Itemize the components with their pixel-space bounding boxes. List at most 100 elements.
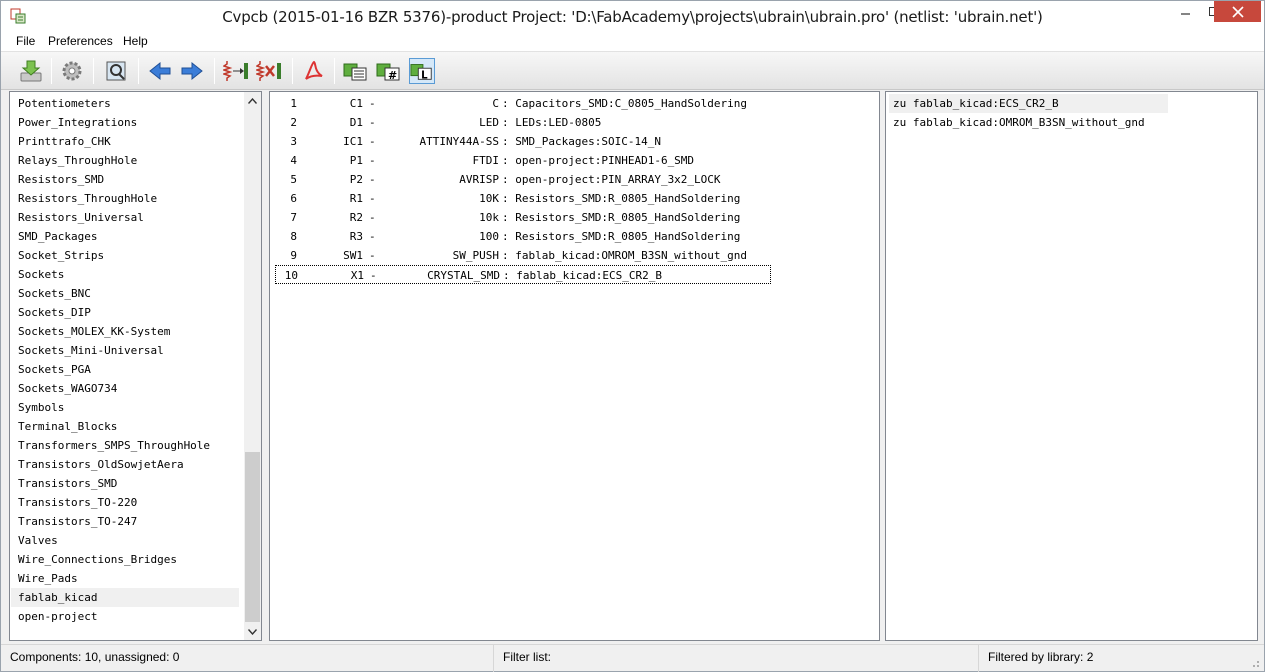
component-row[interactable]: 7 R2- 10k: Resistors_SMD:R_0805_HandSolder… <box>275 208 771 227</box>
component-row[interactable]: 9 SW1- SW_PUSH: fablab_kicad:OMROM_B3SN_wi… <box>275 246 771 265</box>
library-scrollbar[interactable] <box>244 92 261 640</box>
component-footprint: : Resistors_SMD:R_0805_HandSoldering <box>502 211 741 224</box>
library-item[interactable]: Wire_Pads <box>11 569 239 588</box>
component-value: 100 <box>479 230 499 243</box>
datasheet-button[interactable] <box>301 58 327 84</box>
resize-grip-icon[interactable] <box>1250 658 1260 668</box>
library-item[interactable]: SMD_Packages <box>11 227 239 246</box>
component-row[interactable]: 8 R3- 100: Resistors_SMD:R_0805_HandSolder… <box>275 227 771 246</box>
toolbar-separator <box>292 58 293 84</box>
footprint-list[interactable]: zu fablab_kicad:ECS_CR2_B zu fablab_kicad… <box>885 91 1258 641</box>
delete-associations-icon <box>256 61 281 81</box>
filter-by-pin-count-button[interactable]: # <box>376 58 402 84</box>
filter-by-keyword-button[interactable] <box>343 58 369 84</box>
library-item[interactable]: Resistors_Universal <box>11 208 239 227</box>
auto-associate-button[interactable] <box>223 58 249 84</box>
component-row[interactable]: 4 P1- FTDI: open-project:PINHEAD1-6_SMD <box>275 151 771 170</box>
component-number: 7 <box>290 211 297 224</box>
arrow-right-icon <box>181 61 203 81</box>
library-item[interactable]: Power_Integrations <box>11 113 239 132</box>
component-row[interactable]: 2 D1- LED: LEDs:LED-0805 <box>275 113 771 132</box>
svg-text:#: # <box>388 69 397 82</box>
library-item[interactable]: Transistors_OldSowjetAera <box>11 455 239 474</box>
component-separator: - <box>369 173 376 186</box>
footprint-libs-button[interactable] <box>103 58 129 84</box>
component-number: 1 <box>290 97 297 110</box>
close-button[interactable] <box>1214 1 1261 22</box>
library-item[interactable]: Sockets_Mini-Universal <box>11 341 239 360</box>
library-item[interactable]: Sockets_PGA <box>11 360 239 379</box>
component-number: 8 <box>290 230 297 243</box>
component-footprint: : Resistors_SMD:R_0805_HandSoldering <box>502 192 741 205</box>
window-title: Cvpcb (2015-01-16 BZR 5376)-product Proj… <box>222 8 1043 26</box>
component-footprint: : open-project:PINHEAD1-6_SMD <box>502 154 695 167</box>
component-row[interactable]: 6 R1- 10K: Resistors_SMD:R_0805_HandSolder… <box>275 189 771 208</box>
component-row[interactable]: 5 P2- AVRISP: open-project:PIN_ARRAY_3x2_L… <box>275 170 771 189</box>
menu-help[interactable]: Help <box>120 34 151 48</box>
library-item[interactable]: Relays_ThroughHole <box>11 151 239 170</box>
library-item[interactable]: Sockets_WAGO734 <box>11 379 239 398</box>
library-item[interactable]: Printtrafo_CHK <box>11 132 239 151</box>
library-item[interactable]: Transformers_SMPS_ThroughHole <box>11 436 239 455</box>
footprint-item[interactable]: zu fablab_kicad:OMROM_B3SN_without_gnd <box>889 113 1145 132</box>
library-item[interactable]: open-project <box>11 607 239 626</box>
library-item[interactable]: Valves <box>11 531 239 550</box>
footprint-libs-icon <box>106 61 126 81</box>
config-button[interactable] <box>59 58 85 84</box>
scroll-thumb[interactable] <box>245 452 260 622</box>
chevron-up-icon <box>248 97 257 104</box>
component-reference: R3 <box>349 230 363 243</box>
library-item[interactable]: Sockets <box>11 265 239 284</box>
library-item[interactable]: Transistors_TO-220 <box>11 493 239 512</box>
library-item[interactable]: Transistors_SMD <box>11 474 239 493</box>
delete-associations-button[interactable] <box>256 58 282 84</box>
menu-preferences[interactable]: Preferences <box>45 34 116 48</box>
component-reference: SW1 <box>343 249 363 262</box>
save-netlist-button[interactable] <box>18 58 44 84</box>
library-item[interactable]: Transistors_TO-247 <box>11 512 239 531</box>
config-icon <box>62 61 82 81</box>
component-footprint: : fablab_kicad:ECS_CR2_B <box>503 269 662 282</box>
component-list[interactable]: 1 C1- C: Capacitors_SMD:C_0805_HandSolderi… <box>269 91 880 641</box>
minimize-button[interactable] <box>1172 1 1199 22</box>
status-bar: Components: 10, unassigned: 0 Filter lis… <box>1 644 1264 672</box>
component-number: 6 <box>290 192 297 205</box>
library-item[interactable]: Resistors_ThroughHole <box>11 189 239 208</box>
component-value: CRYSTAL_SMD <box>427 269 500 282</box>
component-reference: R2 <box>349 211 363 224</box>
scroll-up-button[interactable] <box>244 92 261 109</box>
library-item[interactable]: Terminal_Blocks <box>11 417 239 436</box>
status-filter: Filter list: <box>494 645 979 672</box>
component-value: ATTINY44A-SS <box>419 135 499 148</box>
library-item[interactable]: Symbols <box>11 398 239 417</box>
library-item[interactable]: Sockets_MOLEX_KK-System <box>11 322 239 341</box>
component-number: 9 <box>290 249 297 262</box>
next-button[interactable] <box>179 58 205 84</box>
library-item[interactable]: Socket_Strips <box>11 246 239 265</box>
toolbar: # L <box>1 52 1264 90</box>
component-row[interactable]: 10 X1- CRYSTAL_SMD: fablab_kicad:ECS_CR2_B <box>275 265 771 284</box>
filter-by-library-button[interactable]: L <box>409 58 435 84</box>
component-row[interactable]: 1 C1- C: Capacitors_SMD:C_0805_HandSolderi… <box>275 94 771 113</box>
library-item[interactable]: Wire_Connections_Bridges <box>11 550 239 569</box>
footprint-item[interactable]: zu fablab_kicad:ECS_CR2_B <box>889 94 1168 113</box>
library-item[interactable]: fablab_kicad <box>11 588 239 607</box>
component-number: 5 <box>290 173 297 186</box>
library-item[interactable]: Sockets_BNC <box>11 284 239 303</box>
component-separator: - <box>369 116 376 129</box>
library-item[interactable]: Sockets_DIP <box>11 303 239 322</box>
menu-bar: File Preferences Help <box>1 32 1264 52</box>
component-reference: X1 <box>350 269 364 282</box>
component-value: LED <box>479 116 499 129</box>
component-reference: P2 <box>349 173 363 186</box>
component-footprint: : Capacitors_SMD:C_0805_HandSoldering <box>502 97 748 110</box>
library-list[interactable]: Potentiometers Power_Integrations Printtra… <box>9 91 262 641</box>
menu-file[interactable]: File <box>13 34 38 48</box>
component-row[interactable]: 3 IC1- ATTINY44A-SS: SMD_Packages:SOIC-14_… <box>275 132 771 151</box>
component-separator: - <box>369 97 376 110</box>
component-value: C <box>492 97 499 110</box>
scroll-down-button[interactable] <box>244 623 261 640</box>
library-item[interactable]: Resistors_SMD <box>11 170 239 189</box>
library-item[interactable]: Potentiometers <box>11 94 239 113</box>
previous-button[interactable] <box>147 58 173 84</box>
